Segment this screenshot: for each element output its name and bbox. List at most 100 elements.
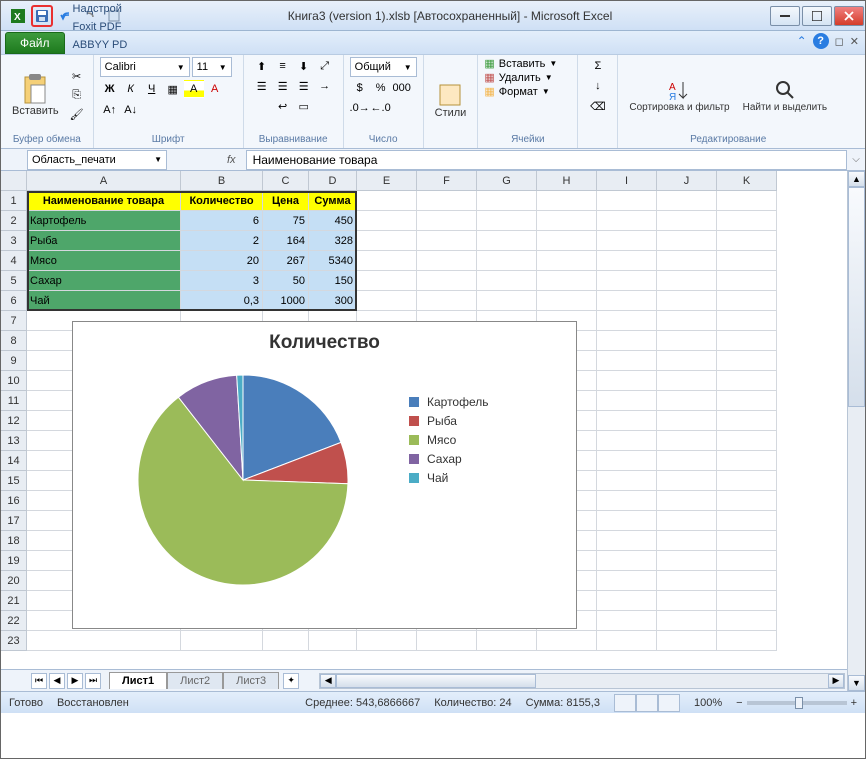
cell-C23[interactable] [263,631,309,651]
font-size-select[interactable]: 11▼ [192,57,232,77]
column-header-A[interactable]: A [27,171,181,191]
tab-надстрой[interactable]: Надстрой [65,0,136,18]
cell-E23[interactable] [357,631,417,651]
cell-C1[interactable]: Цена [263,191,309,211]
cell-J15[interactable] [657,471,717,491]
sheet-next-button[interactable]: ▶ [67,673,83,689]
window-close-small-icon[interactable]: ✕ [850,35,859,48]
vertical-scrollbar[interactable]: ▲ ▼ [847,171,865,691]
cell-D4[interactable]: 5340 [309,251,357,271]
cell-E1[interactable] [357,191,417,211]
cell-K17[interactable] [717,511,777,531]
column-header-J[interactable]: J [657,171,717,191]
zoom-level[interactable]: 100% [694,697,722,709]
new-sheet-button[interactable]: ✦ [283,673,299,689]
cell-K12[interactable] [717,411,777,431]
cell-K4[interactable] [717,251,777,271]
cell-A2[interactable]: Картофель [27,211,181,231]
cell-B23[interactable] [181,631,263,651]
align-left-button[interactable]: ☰ [252,77,272,95]
cell-J12[interactable] [657,411,717,431]
cell-K2[interactable] [717,211,777,231]
format-painter-button[interactable]: 🖌 [67,105,87,123]
cell-J20[interactable] [657,571,717,591]
cell-K1[interactable] [717,191,777,211]
cell-K8[interactable] [717,331,777,351]
format-cells-button[interactable]: ▦Формат▼ [484,85,571,98]
cell-C6[interactable]: 1000 [263,291,309,311]
align-right-button[interactable]: ☰ [294,77,314,95]
cell-H1[interactable] [537,191,597,211]
cell-A1[interactable]: Наименование товара [27,191,181,211]
cell-G23[interactable] [477,631,537,651]
cell-K3[interactable] [717,231,777,251]
row-header-6[interactable]: 6 [1,291,27,311]
cell-K9[interactable] [717,351,777,371]
fill-color-button[interactable]: A [184,80,204,98]
copy-button[interactable]: ⎘ [67,86,87,104]
cell-H3[interactable] [537,231,597,251]
indent-button[interactable]: → [315,77,335,95]
cell-J17[interactable] [657,511,717,531]
cell-F6[interactable] [417,291,477,311]
autosum-button[interactable]: Σ [588,57,608,75]
column-header-F[interactable]: F [417,171,477,191]
sheet-prev-button[interactable]: ◀ [49,673,65,689]
row-header-15[interactable]: 15 [1,471,27,491]
cell-I11[interactable] [597,391,657,411]
cell-J1[interactable] [657,191,717,211]
cell-J4[interactable] [657,251,717,271]
scroll-left-button[interactable]: ◀ [320,674,336,688]
cell-K20[interactable] [717,571,777,591]
cell-I12[interactable] [597,411,657,431]
minimize-button[interactable] [770,6,800,26]
column-header-H[interactable]: H [537,171,597,191]
cell-F2[interactable] [417,211,477,231]
cell-I15[interactable] [597,471,657,491]
cell-J2[interactable] [657,211,717,231]
cell-J16[interactable] [657,491,717,511]
page-break-view-button[interactable] [658,694,680,712]
cut-button[interactable]: ✂ [67,67,87,85]
cell-I16[interactable] [597,491,657,511]
cell-D6[interactable]: 300 [309,291,357,311]
row-header-21[interactable]: 21 [1,591,27,611]
bold-button[interactable]: Ж [100,80,120,98]
save-button[interactable] [31,5,53,27]
sheet-tab-Лист2[interactable]: Лист2 [167,672,223,689]
column-header-G[interactable]: G [477,171,537,191]
cell-K23[interactable] [717,631,777,651]
tab-foxit pdf[interactable]: Foxit PDF [65,18,136,36]
scroll-up-button[interactable]: ▲ [848,171,865,187]
cell-J8[interactable] [657,331,717,351]
row-header-13[interactable]: 13 [1,431,27,451]
scroll-down-button[interactable]: ▼ [848,675,865,691]
zoom-thumb[interactable] [795,697,803,709]
cell-J18[interactable] [657,531,717,551]
window-restore-icon[interactable]: ◻ [835,35,844,48]
row-header-19[interactable]: 19 [1,551,27,571]
cell-J11[interactable] [657,391,717,411]
cell-I1[interactable] [597,191,657,211]
row-header-17[interactable]: 17 [1,511,27,531]
cell-I20[interactable] [597,571,657,591]
border-button[interactable]: ▦ [163,80,183,98]
cell-F23[interactable] [417,631,477,651]
row-header-4[interactable]: 4 [1,251,27,271]
row-header-22[interactable]: 22 [1,611,27,631]
orientation-button[interactable]: ⤢ [315,57,335,75]
row-header-9[interactable]: 9 [1,351,27,371]
cell-J7[interactable] [657,311,717,331]
maximize-button[interactable] [802,6,832,26]
cell-I5[interactable] [597,271,657,291]
cell-H23[interactable] [537,631,597,651]
cell-G1[interactable] [477,191,537,211]
cell-K15[interactable] [717,471,777,491]
cell-B6[interactable]: 0,3 [181,291,263,311]
cell-C2[interactable]: 75 [263,211,309,231]
file-tab[interactable]: Файл [5,32,65,54]
tab-abbyy pd[interactable]: ABBYY PD [65,36,136,54]
page-layout-view-button[interactable] [636,694,658,712]
cell-J6[interactable] [657,291,717,311]
cell-K6[interactable] [717,291,777,311]
